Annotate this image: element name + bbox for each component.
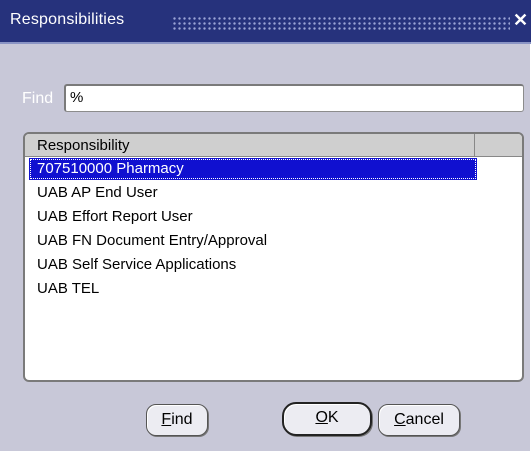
list-item[interactable]: UAB Self Service Applications (29, 254, 477, 276)
responsibility-list[interactable]: Responsibility 707510000 Pharmacy UAB AP… (23, 132, 524, 382)
ok-button[interactable]: OK (282, 402, 372, 436)
list-header: Responsibility (25, 134, 522, 157)
ok-button-mnemonic: O (315, 409, 328, 426)
ok-button-label: K (327, 409, 339, 426)
column-header-filler (476, 134, 522, 156)
list-item[interactable]: UAB FN Document Entry/Approval (29, 230, 477, 252)
column-header-responsibility[interactable]: Responsibility (25, 134, 475, 156)
window-title: Responsibilities (10, 11, 125, 28)
title-bar[interactable]: Responsibilities ✕ (0, 0, 531, 44)
find-button-label: ind (171, 411, 193, 428)
list-item[interactable]: UAB AP End User (29, 182, 477, 204)
find-input[interactable]: % (64, 84, 524, 112)
list-item-selected[interactable]: 707510000 Pharmacy (29, 158, 477, 180)
responsibilities-dialog: Responsibilities ✕ Find % Responsibility… (0, 0, 531, 451)
title-bar-grip (172, 16, 510, 30)
list-item[interactable]: UAB TEL (29, 278, 477, 300)
find-label: Find (22, 90, 54, 107)
list-item[interactable]: UAB Effort Report User (29, 206, 477, 228)
find-button-mnemonic: F (161, 411, 172, 428)
cancel-button-label: ancel (405, 411, 444, 428)
find-button[interactable]: Find (146, 404, 208, 436)
close-icon[interactable]: ✕ (513, 10, 528, 31)
cancel-button-mnemonic: C (394, 411, 406, 428)
cancel-button[interactable]: Cancel (378, 404, 460, 436)
